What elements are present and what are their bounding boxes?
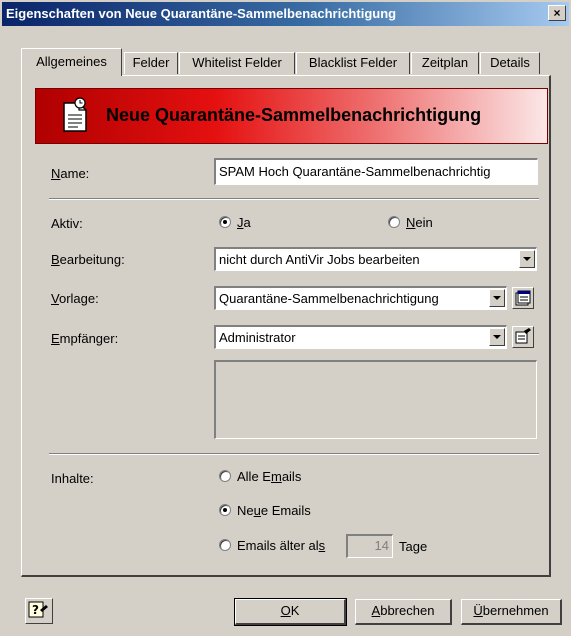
tab-zeitplan[interactable]: Zeitplan (411, 52, 479, 74)
empfaenger-list[interactable] (214, 360, 537, 439)
aktiv-nein-radio[interactable]: Nein (388, 215, 448, 231)
radio-label: Nein (406, 215, 433, 230)
inhalte-neue-emails-radio[interactable]: Neue Emails (219, 503, 339, 519)
empfaenger-select[interactable]: Administrator (214, 325, 507, 349)
dropdown-arrow-icon[interactable] (519, 250, 535, 268)
tab-details[interactable]: Details (480, 52, 540, 74)
cancel-button[interactable]: Abbrechen (355, 599, 452, 625)
properties-icon (515, 290, 531, 306)
tab-felder[interactable]: Felder (124, 52, 178, 74)
bearbeitung-value: nicht durch AntiVir Jobs bearbeiten (219, 252, 420, 267)
empfaenger-value: Administrator (219, 330, 296, 345)
header-banner: Neue Quarantäne-Sammelbenachrichtigung (35, 88, 548, 144)
vorlage-value: Quarantäne-Sammelbenachrichtigung (219, 291, 439, 306)
window-title: Eigenschaften von Neue Quarantäne-Sammel… (6, 6, 397, 21)
radio-circle (219, 504, 231, 516)
separator (49, 198, 539, 200)
inhalte-alle-emails-radio[interactable]: Alle Emails (219, 469, 339, 485)
aktiv-label: Aktiv: (51, 216, 83, 231)
tab-blacklist-felder[interactable]: Blacklist Felder (296, 52, 410, 74)
radio-circle (219, 216, 231, 228)
help-icon: ? (28, 601, 48, 618)
empfaenger-edit-button[interactable] (512, 326, 534, 348)
dropdown-arrow-icon[interactable] (489, 328, 505, 346)
days-input[interactable]: 14 (346, 534, 393, 558)
tab-label: Allgemeines (36, 54, 107, 69)
bearbeitung-select[interactable]: nicht durch AntiVir Jobs bearbeiten (214, 247, 537, 271)
vorlage-properties-button[interactable] (512, 287, 534, 309)
tab-label: Details (490, 55, 530, 70)
radio-label: Alle Emails (237, 469, 302, 484)
empfaenger-label: Empfänger: (51, 331, 119, 346)
radio-label: Ja (237, 215, 251, 230)
help-button[interactable]: ? (25, 598, 53, 624)
tab-label: Felder (132, 55, 170, 70)
days-unit-label: Tage (399, 539, 428, 554)
tab-label: Blacklist Felder (308, 55, 398, 70)
name-input[interactable]: SPAM Hoch Quarantäne-Sammelbenachrichtig (214, 158, 538, 185)
banner-heading: Neue Quarantäne-Sammelbenachrichtigung (106, 105, 482, 125)
svg-text:?: ? (32, 603, 39, 617)
ok-button[interactable]: OK (234, 598, 347, 626)
inhalte-label: Inhalte: (51, 471, 94, 486)
inhalte-emails-aelter-radio[interactable]: Emails älter als (219, 538, 349, 554)
close-button[interactable]: × (548, 5, 566, 21)
vorlage-select[interactable]: Quarantäne-Sammelbenachrichtigung (214, 286, 507, 310)
tab-whitelist-felder[interactable]: Whitelist Felder (179, 52, 295, 74)
tab-allgemeines[interactable]: Allgemeines (21, 48, 122, 76)
radio-circle (219, 539, 231, 551)
dropdown-arrow-icon[interactable] (489, 289, 505, 307)
radio-label: Emails älter als (237, 538, 326, 553)
name-label: Name: (51, 166, 90, 181)
vorlage-label: Vorlage: (51, 291, 99, 306)
aktiv-ja-radio[interactable]: Ja (219, 215, 279, 231)
properties-dialog: Eigenschaften von Neue Quarantäne-Sammel… (0, 0, 571, 636)
separator (49, 453, 539, 455)
radio-circle (219, 470, 231, 482)
tab-label: Whitelist Felder (192, 55, 282, 70)
title-bar[interactable]: Eigenschaften von Neue Quarantäne-Sammel… (2, 2, 569, 26)
tab-label: Zeitplan (421, 55, 469, 70)
bearbeitung-label: Bearbeitung: (51, 252, 125, 267)
radio-circle (388, 216, 400, 228)
notification-document-icon (63, 97, 87, 132)
radio-label: Neue Emails (237, 503, 311, 518)
edit-recipient-icon (515, 328, 531, 344)
apply-button[interactable]: Übernehmen (461, 599, 562, 625)
